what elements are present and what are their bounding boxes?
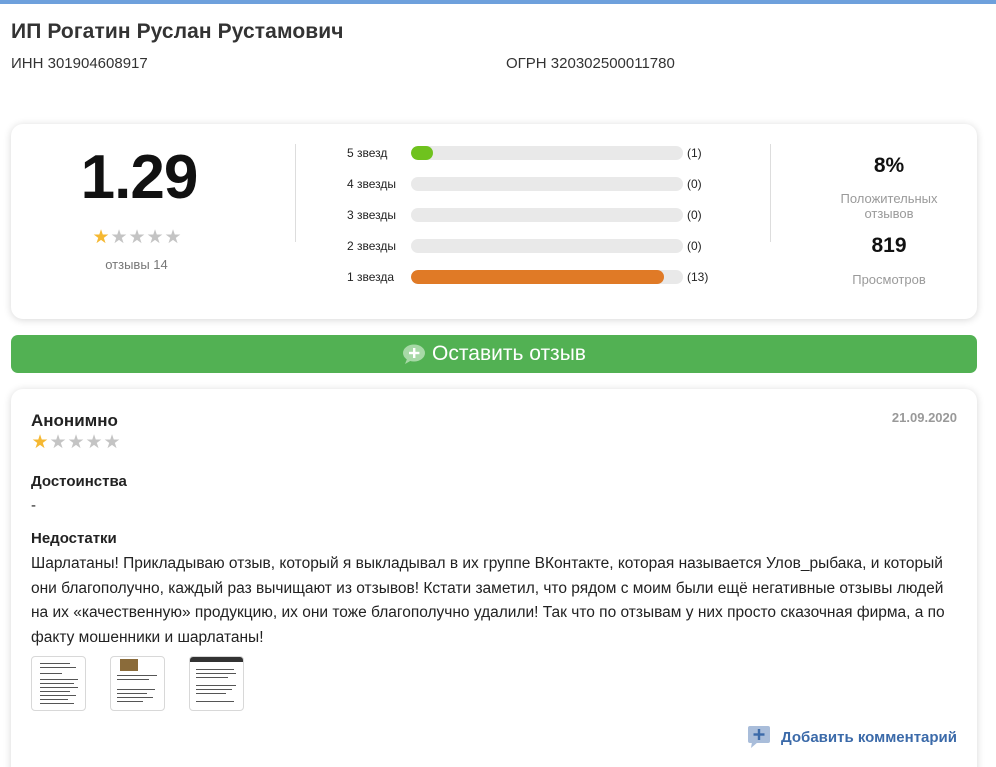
- star-icon: ★: [85, 432, 103, 453]
- pros-heading: Достоинства: [31, 473, 127, 490]
- positive-label: Положительных отзывов: [840, 191, 938, 221]
- rating-row-label: 4 звезды: [347, 177, 397, 191]
- review-card: Анонимно 21.09.2020 ★ ★ ★ ★ ★ Достоинств…: [11, 389, 977, 767]
- star-icon: ★: [103, 432, 121, 453]
- cons-heading: Недостатки: [31, 530, 117, 547]
- inn-number: ИНН 301904608917: [11, 55, 148, 72]
- divider: [295, 144, 296, 242]
- average-stars: ★ ★ ★ ★ ★: [92, 228, 182, 247]
- rating-row-count: (1): [687, 146, 702, 160]
- rating-bar-track: [411, 177, 683, 191]
- star-icon: ★: [164, 227, 182, 248]
- divider: [770, 144, 771, 242]
- rating-bar-fill: [411, 146, 433, 160]
- attachment-thumbnail[interactable]: [189, 656, 244, 711]
- rating-row-label: 3 звезды: [347, 208, 397, 222]
- star-icon: ★: [31, 432, 49, 453]
- plus-bubble-icon: [403, 344, 426, 364]
- pros-text: -: [31, 497, 36, 514]
- rating-bar-track: [411, 270, 683, 284]
- add-comment-icon: [748, 726, 771, 748]
- company-title: ИП Рогатин Руслан Рустамович: [11, 20, 344, 43]
- rating-row-label: 1 звезда: [347, 270, 395, 284]
- review-stars: ★ ★ ★ ★ ★: [31, 433, 121, 452]
- leave-review-button[interactable]: Оставить отзыв: [11, 335, 977, 373]
- star-icon: ★: [128, 227, 146, 248]
- rating-bar-fill: [411, 270, 664, 284]
- attachment-thumbnail[interactable]: [31, 656, 86, 711]
- rating-bar-track: [411, 208, 683, 222]
- rating-row-4[interactable]: 4 звезды (0): [347, 176, 702, 192]
- rating-row-count: (0): [687, 239, 702, 253]
- reviews-count: отзывы 14: [105, 257, 168, 272]
- attachment-thumbnail[interactable]: [110, 656, 165, 711]
- star-icon: ★: [92, 227, 110, 248]
- rating-bar-track: [411, 239, 683, 253]
- views-count: 819: [871, 234, 907, 257]
- top-accent-line: [0, 0, 996, 4]
- cons-text: Шарлатаны! Прикладываю отзыв, который я …: [31, 555, 945, 646]
- star-icon: ★: [146, 227, 164, 248]
- star-icon: ★: [110, 227, 128, 248]
- rating-row-count: (0): [687, 208, 702, 222]
- leave-review-label: Оставить отзыв: [432, 342, 586, 365]
- star-icon: ★: [49, 432, 67, 453]
- star-icon: ★: [67, 432, 85, 453]
- rating-row-2[interactable]: 2 звезды (0): [347, 238, 702, 254]
- rating-row-5[interactable]: 5 звезд (1): [347, 145, 702, 161]
- rating-row-label: 5 звезд: [347, 146, 388, 160]
- rating-summary-card: 1.29 ★ ★ ★ ★ ★ отзывы 14 5 звезд (1) 4 з…: [11, 124, 977, 319]
- rating-bar-track: [411, 146, 683, 160]
- rating-row-label: 2 звезды: [347, 239, 397, 253]
- review-date: 21.09.2020: [891, 410, 957, 425]
- review-author: Анонимно: [31, 411, 118, 430]
- add-comment-button[interactable]: Добавить комментарий: [747, 725, 957, 749]
- positive-percent: 8%: [873, 154, 905, 177]
- add-comment-label: Добавить комментарий: [781, 728, 957, 746]
- average-score: 1.29: [80, 143, 199, 212]
- ogrn-number: ОГРН 320302500011780: [506, 55, 675, 72]
- rating-row-count: (0): [687, 177, 702, 191]
- rating-row-1[interactable]: 1 звезда (13): [347, 269, 708, 285]
- views-label: Просмотров: [852, 272, 926, 287]
- rating-row-3[interactable]: 3 звезды (0): [347, 207, 702, 223]
- rating-row-count: (13): [687, 270, 709, 284]
